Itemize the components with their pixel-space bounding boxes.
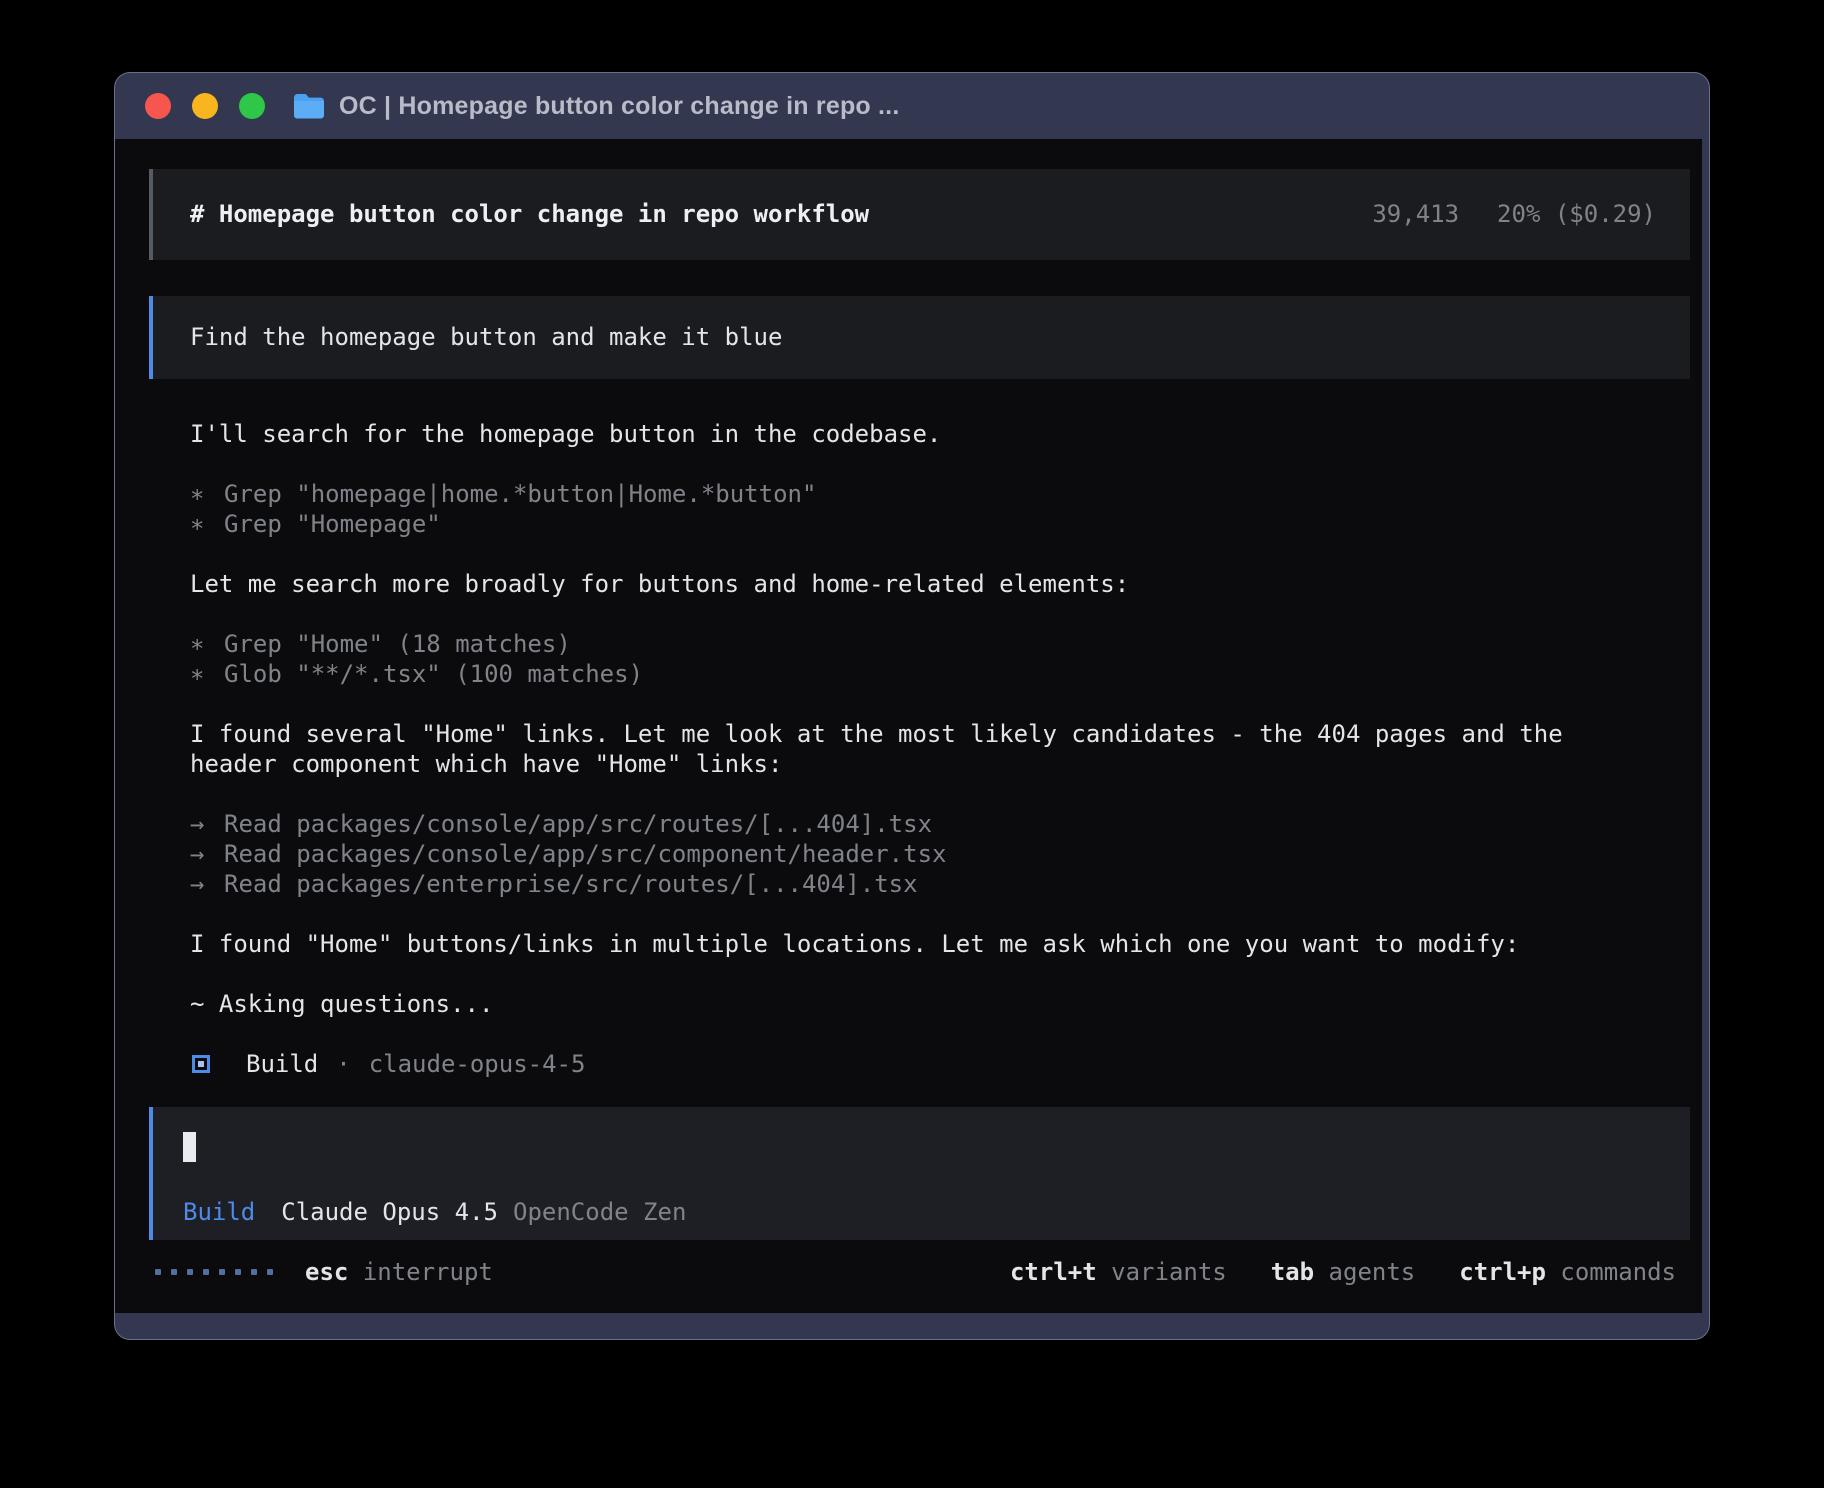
terminal-window: OC | Homepage button color change in rep… [114, 72, 1710, 1340]
assistant-paragraph: I found "Home" buttons/links in multiple… [190, 929, 1690, 959]
tool-call-label: Read packages/console/app/src/routes/[..… [224, 810, 932, 838]
tool-call-read: →Read packages/enterprise/src/routes/[..… [190, 869, 1690, 899]
input-agent-label[interactable]: Build [183, 1197, 255, 1227]
agent-build-icon-inner [198, 1061, 204, 1067]
context-usage: 20% ($0.29) [1497, 199, 1656, 229]
agent-model: claude-opus-4-5 [369, 1049, 586, 1079]
tool-call-read: →Read packages/console/app/src/component… [190, 839, 1690, 869]
hint-space [1314, 1258, 1328, 1286]
spinner-dot [187, 1269, 193, 1275]
maximize-button[interactable] [239, 93, 265, 119]
agent-build-icon [192, 1055, 210, 1073]
hint-label-text: commands [1560, 1258, 1676, 1286]
spinner-dot [219, 1269, 225, 1275]
text-cursor [183, 1132, 196, 1162]
hint-variants: ctrl+t variants [1010, 1257, 1227, 1287]
status-bar: esc interrupt ctrl+t variants tab agents… [149, 1257, 1690, 1313]
spinner-dots [155, 1269, 273, 1275]
arrow-right-icon: → [190, 869, 224, 899]
hint-label-text: agents [1329, 1258, 1416, 1286]
hint-commands: ctrl+p commands [1459, 1257, 1676, 1287]
hint-space [1097, 1258, 1111, 1286]
tool-call-grep: ∗Grep "Homepage" [190, 509, 1690, 539]
tool-call-label: Grep "Homepage" [224, 510, 441, 538]
hint-interrupt: esc interrupt [305, 1257, 493, 1287]
tool-call-label: Grep "Home" (18 matches) [224, 630, 571, 658]
hint-key: tab [1271, 1258, 1314, 1286]
traffic-lights [145, 93, 265, 119]
input-provider-label: OpenCode Zen [513, 1197, 686, 1227]
working-status: ~ Asking questions... [190, 989, 1690, 1019]
paragraph-line: I found several "Home" links. Let me loo… [190, 719, 1690, 749]
hint-agents: tab agents [1271, 1257, 1416, 1287]
asterisk-icon: ∗ [190, 659, 224, 689]
tool-call-grep: ∗Grep "Home" (18 matches) [190, 629, 1690, 659]
separator-dot: · [336, 1049, 350, 1079]
arrow-right-icon: → [190, 839, 224, 869]
spinner-dot [251, 1269, 257, 1275]
user-message-text: Find the homepage button and make it blu… [190, 323, 782, 351]
input-model-label: Claude Opus 4.5 [281, 1197, 498, 1227]
assistant-paragraph: I'll search for the homepage button in t… [190, 419, 1690, 449]
hint-label-text: interrupt [363, 1258, 493, 1286]
title-group: OC | Homepage button color change in rep… [292, 92, 899, 121]
session-header: # Homepage button color change in repo w… [149, 169, 1690, 260]
folder-icon [292, 92, 326, 120]
spinner-dot [235, 1269, 241, 1275]
hint-label-text: variants [1111, 1258, 1227, 1286]
assistant-paragraph: Let me search more broadly for buttons a… [190, 569, 1690, 599]
spinner-dot [203, 1269, 209, 1275]
transcript: I'll search for the homepage button in t… [149, 419, 1690, 1079]
token-count: 39,413 [1372, 199, 1459, 229]
spinner-dot [171, 1269, 177, 1275]
model-row: Build Claude Opus 4.5 OpenCode Zen [183, 1197, 1660, 1227]
spinner-dot [155, 1269, 161, 1275]
spinner-dot [267, 1269, 273, 1275]
agent-row: Build · claude-opus-4-5 [190, 1049, 1690, 1079]
session-title: # Homepage button color change in repo w… [190, 199, 869, 229]
assistant-paragraph: I found several "Home" links. Let me loo… [190, 719, 1690, 779]
asterisk-icon: ∗ [190, 479, 224, 509]
asterisk-icon: ∗ [190, 509, 224, 539]
tool-call-read: →Read packages/console/app/src/routes/[.… [190, 809, 1690, 839]
tool-call-label: Read packages/enterprise/src/routes/[...… [224, 870, 918, 898]
asterisk-icon: ∗ [190, 629, 224, 659]
hint-key: ctrl+t [1010, 1258, 1097, 1286]
minimize-button[interactable] [192, 93, 218, 119]
tool-call-label: Read packages/console/app/src/component/… [224, 840, 946, 868]
window-title: OC | Homepage button color change in rep… [339, 92, 899, 121]
right-hints: ctrl+t variants tab agents ctrl+p comman… [1010, 1257, 1676, 1287]
prompt-input[interactable]: Build Claude Opus 4.5 OpenCode Zen [149, 1107, 1690, 1240]
close-button[interactable] [145, 93, 171, 119]
tool-call-glob: ∗Glob "**/*.tsx" (100 matches) [190, 659, 1690, 689]
hint-key: esc [305, 1258, 348, 1286]
tool-call-group: →Read packages/console/app/src/routes/[.… [190, 809, 1690, 899]
tool-call-label: Glob "**/*.tsx" (100 matches) [224, 660, 643, 688]
hint-key: ctrl+p [1459, 1258, 1546, 1286]
user-message: Find the homepage button and make it blu… [149, 296, 1690, 379]
tool-call-group: ∗Grep "Home" (18 matches) ∗Glob "**/*.ts… [190, 629, 1690, 689]
terminal-content: # Homepage button color change in repo w… [115, 139, 1702, 1313]
agent-name: Build [246, 1049, 318, 1079]
hint-space [1546, 1258, 1560, 1286]
session-stats: 39,413 20% ($0.29) [1372, 199, 1656, 229]
tool-call-group: ∗Grep "homepage|home.*button|Home.*butto… [190, 479, 1690, 539]
tool-call-grep: ∗Grep "homepage|home.*button|Home.*butto… [190, 479, 1690, 509]
hint-label [348, 1258, 362, 1286]
paragraph-line: header component which have "Home" links… [190, 749, 1690, 779]
titlebar: OC | Homepage button color change in rep… [115, 73, 1709, 139]
arrow-right-icon: → [190, 809, 224, 839]
tool-call-label: Grep "homepage|home.*button|Home.*button… [224, 480, 816, 508]
